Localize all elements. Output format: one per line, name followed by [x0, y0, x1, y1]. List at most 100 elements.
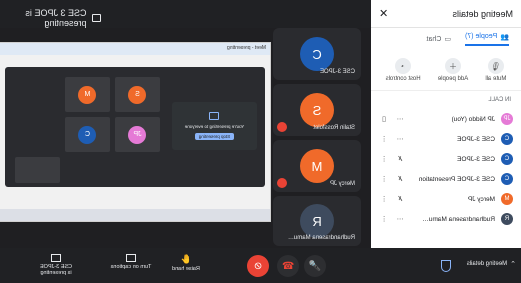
phone-hangup-icon: ☎ — [281, 260, 295, 272]
add-person-icon: ＋ — [445, 58, 462, 74]
add-people-label: Add people — [437, 76, 469, 82]
mic-off-icon: ✗ — [397, 156, 403, 163]
list-item[interactable]: M Mercy JP ✗ ⋮ — [371, 189, 521, 209]
chat-icon: ▭ — [444, 36, 451, 43]
list-item[interactable]: JP JP Niddo (You) ⋯ ▯ — [371, 109, 521, 129]
participant-tile[interactable]: R Rudhandrasena Mamu… — [273, 196, 361, 246]
mic-off-icon: ✗ — [397, 176, 403, 183]
screen-share-icon — [51, 254, 61, 262]
raise-hand-button[interactable]: ✋ Raise hand — [161, 254, 211, 272]
presenting-banner: CSE 3 JPOE is presenting — [0, 8, 101, 28]
mute-all-button[interactable]: 🎙 Mute all — [485, 58, 506, 82]
presenting-info-button[interactable]: CSE 3-JPOE is presenting — [21, 254, 91, 276]
captions-button[interactable]: Turn on captions — [101, 254, 161, 270]
kebab-icon[interactable]: ⋮ — [379, 155, 389, 163]
more-options-icon[interactable]: ⋯ — [395, 135, 405, 143]
mic-button[interactable]: 🎤 — [304, 255, 326, 277]
meeting-details-label: Meeting details — [466, 261, 508, 267]
present-icon — [209, 112, 220, 120]
presentation-screen: Meet - presenting You're presenting to e… — [0, 42, 271, 222]
hand-icon: ✋ — [180, 254, 192, 264]
tab-chat[interactable]: ▭ Chat — [426, 35, 451, 44]
list-item[interactable]: R Rudhandrasena Mamu… ⋯ ⋮ — [371, 209, 521, 229]
participant-tile[interactable]: M Mercy JP — [273, 140, 361, 192]
participant-name: Mercy JP — [467, 195, 495, 203]
camera-off-button[interactable]: ⊘ — [247, 255, 269, 277]
mic-off-icon: 🎙 — [487, 58, 504, 74]
leave-call-button[interactable]: ☎ — [277, 255, 299, 277]
meeting-details-panel: Meeting details ✕ 👥 People (7) ▭ Chat 🎙 … — [371, 0, 521, 248]
more-options-icon[interactable]: ⋯ — [395, 115, 405, 123]
panel-title: Meeting details — [452, 8, 513, 19]
avatar: JP — [501, 113, 513, 125]
mini-tile — [15, 157, 60, 183]
avatar: R — [501, 213, 513, 225]
add-people-button[interactable]: ＋ Add people — [438, 58, 468, 82]
mic-icon: 🎤 — [308, 260, 322, 272]
tab-chat-label: Chat — [426, 35, 442, 43]
security-icon[interactable] — [441, 260, 451, 272]
avatar: C — [78, 125, 97, 144]
participant-name: JP Niddo (You) — [451, 115, 495, 123]
bottom-control-bar: CSE 3-JPOE is presenting Turn on caption… — [0, 248, 521, 283]
in-call-heading: IN CALL — [488, 97, 511, 103]
more-options-icon[interactable]: ⋯ — [395, 215, 405, 223]
captions-label: Turn on captions — [110, 264, 152, 270]
os-taskbar — [0, 209, 270, 221]
avatar: C — [501, 133, 513, 145]
raise-hand-label: Raise hand — [172, 266, 200, 272]
camera-off-icon: ⊘ — [253, 260, 263, 272]
avatar: C — [501, 173, 513, 185]
participants-list: JP JP Niddo (You) ⋯ ▯ C CSE 3-JPOE ⋯ ⋮ C… — [371, 109, 521, 229]
recording-dot-icon — [277, 178, 287, 188]
lock-icon: ◔ — [395, 58, 412, 74]
tile-label: CSE 3-JPOE — [319, 69, 355, 75]
panel-actions: 🎙 Mute all ＋ Add people ◔ Host controls — [371, 50, 521, 91]
tab-people-label: People (7) — [464, 33, 498, 40]
panel-header: Meeting details ✕ — [371, 0, 521, 28]
participant-name: CSE 3-JPOE — [457, 135, 495, 143]
kebab-icon[interactable]: ⋮ — [379, 195, 389, 203]
tile-label: Mercy JP — [329, 181, 355, 187]
host-controls-button[interactable]: ◔ Host controls — [386, 58, 421, 82]
presentation-window-title: Meet - presenting — [0, 43, 270, 55]
list-item[interactable]: C CSE 3-JPOE ✗ ⋮ — [371, 149, 521, 169]
tile-label: Rudhandrasena Mamu… — [287, 235, 355, 241]
recording-dot-icon — [277, 122, 287, 132]
mic-off-icon: ✗ — [397, 196, 403, 203]
avatar: M — [300, 149, 334, 183]
kebab-icon[interactable]: ⋮ — [379, 175, 389, 183]
avatar: C — [501, 153, 513, 165]
presentation-content: You're presenting to everyone Stop prese… — [5, 67, 265, 187]
people-icon: 👥 — [500, 33, 509, 41]
mute-all-label: Mute all — [485, 76, 507, 82]
kebab-icon[interactable]: ⋮ — [379, 215, 389, 223]
stop-presenting-button[interactable]: Stop presenting — [194, 133, 235, 140]
close-icon[interactable]: ✕ — [379, 7, 388, 20]
avatar: JP — [128, 125, 147, 144]
presenting-message: You're presenting to everyone — [184, 124, 245, 129]
avatar: S — [300, 93, 334, 127]
participant-name: CSE 3-JPOE — [457, 155, 495, 163]
avatar: C — [300, 37, 334, 71]
host-controls-label: Host controls — [385, 76, 421, 82]
avatar: S — [128, 85, 147, 104]
presenting-status: is presenting — [40, 270, 72, 276]
list-item[interactable]: C CSE 3-JPOE Presentation ✗ ⋮ — [371, 169, 521, 189]
mini-tile: C — [65, 117, 110, 152]
pin-icon[interactable]: ▯ — [379, 115, 389, 123]
mini-tile: M — [65, 77, 110, 112]
avatar: R — [300, 204, 334, 238]
tab-people[interactable]: 👥 People (7) — [464, 32, 509, 46]
meeting-details-button[interactable]: ⌃ Meeting details — [467, 260, 516, 268]
avatar: M — [501, 193, 513, 205]
captions-icon — [126, 254, 136, 262]
list-item[interactable]: C CSE 3-JPOE ⋯ ⋮ — [371, 129, 521, 149]
participant-name: CSE 3-JPOE Presentation — [418, 175, 495, 183]
participant-tile[interactable]: C CSE 3-JPOE — [273, 28, 361, 80]
presenting-message-box: You're presenting to everyone Stop prese… — [172, 102, 257, 150]
kebab-icon[interactable]: ⋮ — [379, 135, 389, 143]
mini-tile: JP — [115, 117, 160, 152]
tile-label: Stalin Rossfolet — [313, 125, 355, 131]
participant-tile[interactable]: S Stalin Rossfolet — [273, 84, 361, 136]
